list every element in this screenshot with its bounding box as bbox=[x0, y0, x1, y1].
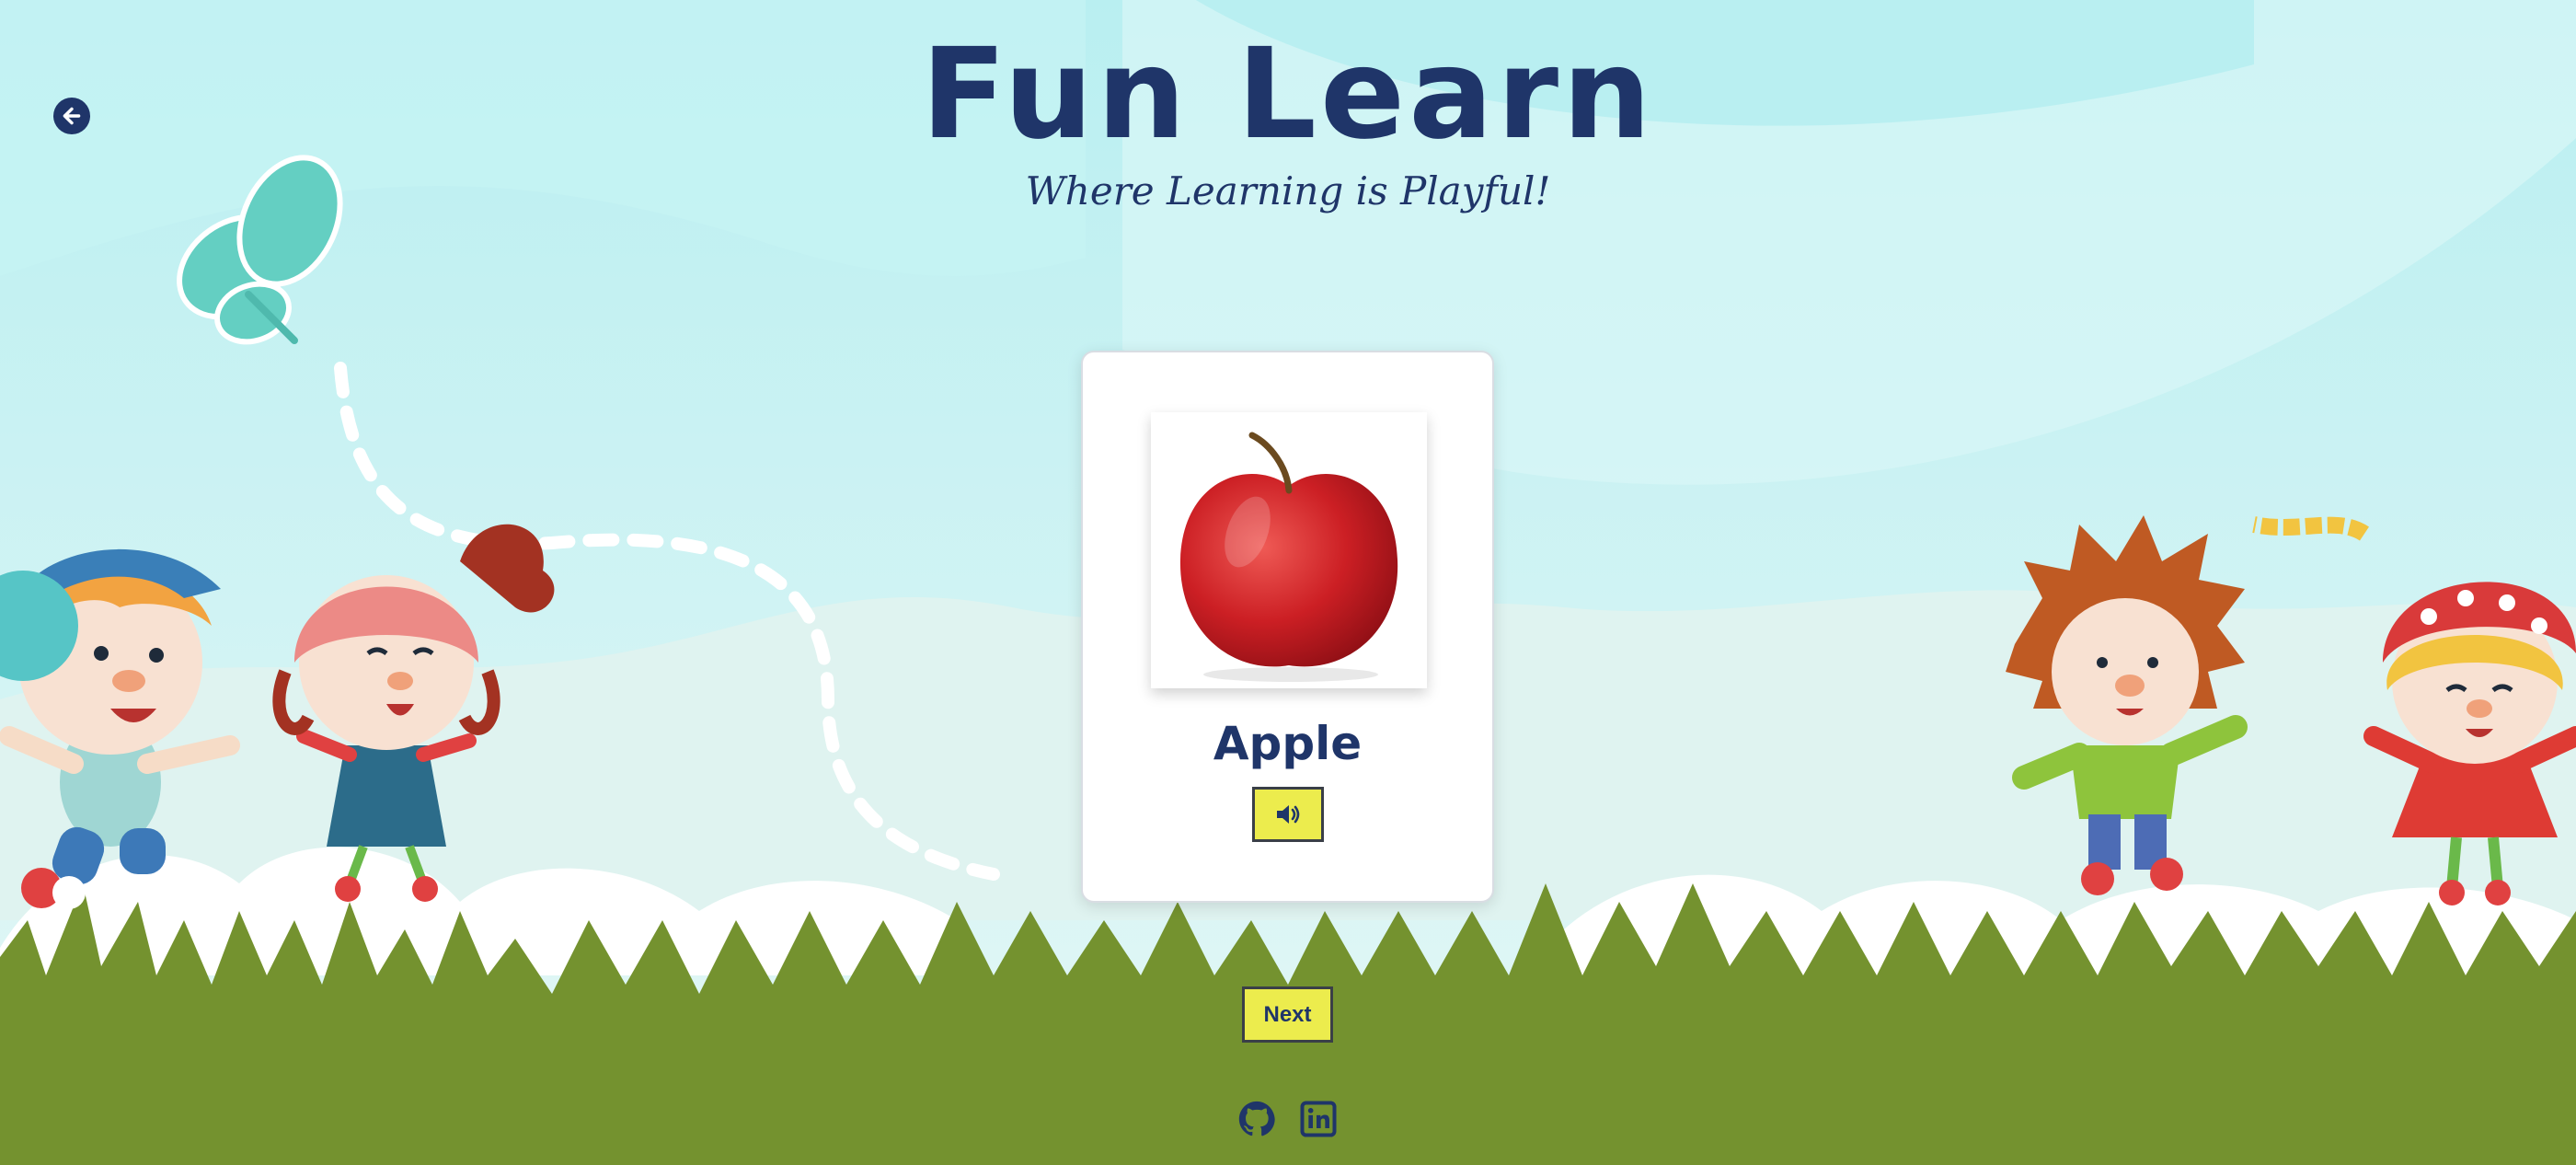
pronounce-button[interactable] bbox=[1252, 787, 1324, 842]
app-subtitle: Where Learning is Playful! bbox=[1025, 168, 1551, 213]
github-icon bbox=[1238, 1101, 1275, 1136]
linkedin-icon bbox=[1300, 1101, 1337, 1137]
next-button[interactable]: Next bbox=[1242, 986, 1333, 1043]
flash-card: Apple bbox=[1081, 351, 1494, 903]
app-title: Fun Learn bbox=[921, 22, 1655, 167]
volume-up-icon bbox=[1277, 805, 1300, 824]
linkedin-link[interactable] bbox=[1300, 1101, 1337, 1137]
github-link[interactable] bbox=[1238, 1101, 1275, 1137]
card-image bbox=[1151, 412, 1427, 688]
card-word: Apple bbox=[1213, 717, 1363, 770]
apple-image bbox=[1179, 432, 1398, 682]
